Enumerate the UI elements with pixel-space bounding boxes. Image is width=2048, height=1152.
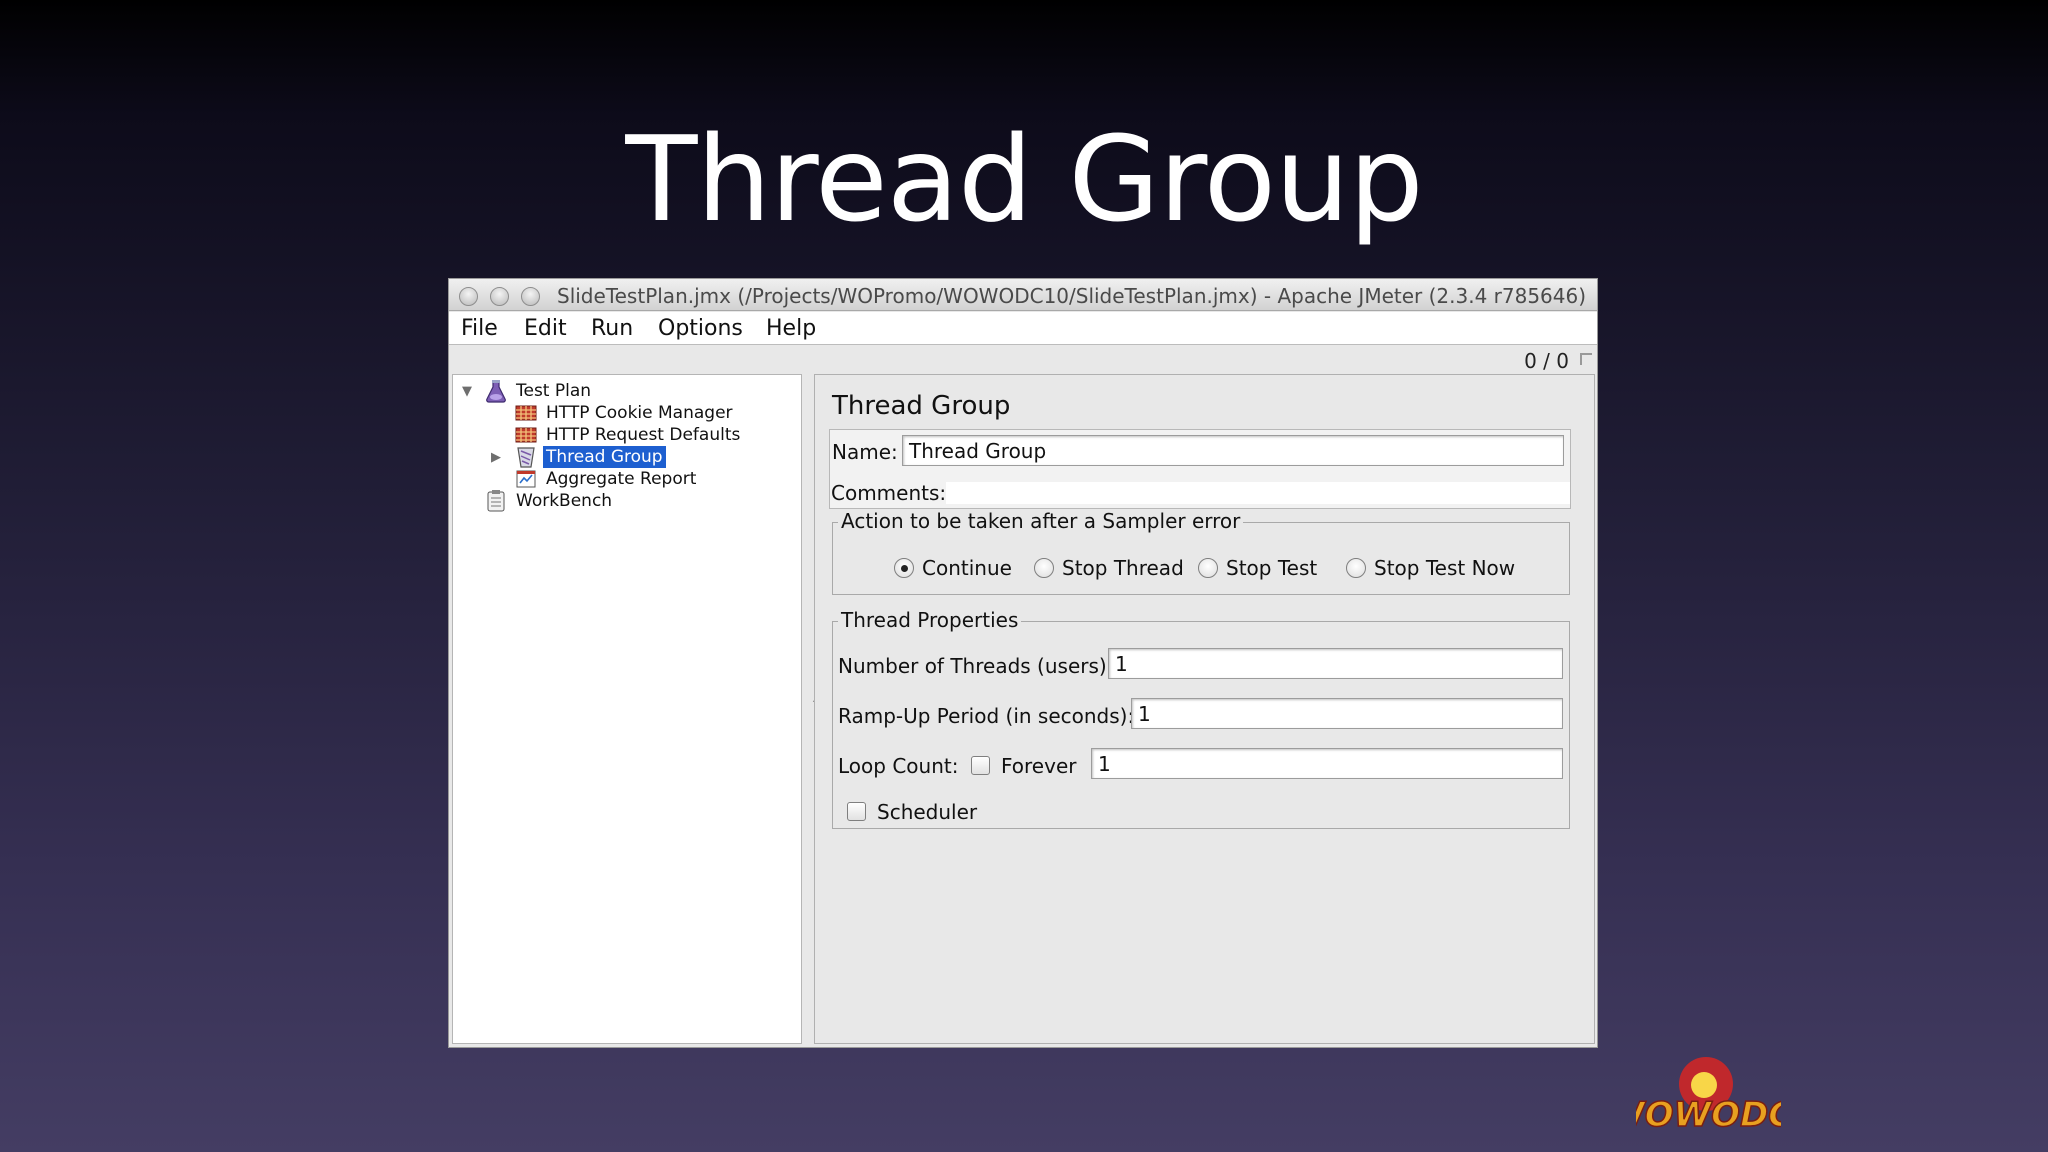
continue-radio[interactable] [894,558,914,578]
threads-label: Number of Threads (users): [838,654,1114,678]
collapsed-triangle-icon[interactable]: ▶ [491,450,501,465]
window-title: SlideTestPlan.jmx (/Projects/WOPromo/WOW… [557,284,1587,308]
loop-count-input[interactable]: 1 [1091,748,1563,779]
status-bar: 0 / 0 [449,346,1597,374]
tree-item-label: HTTP Cookie Manager [546,403,733,423]
continue-label: Continue [922,556,1012,580]
comments-label: Comments: [831,481,947,505]
sampler-error-group: Action to be taken after a Sampler error… [832,509,1570,595]
minimize-window-button[interactable] [490,287,509,306]
thread-properties-group: Thread Properties Number of Threads (use… [832,608,1570,829]
threads-input[interactable]: 1 [1108,648,1563,679]
window-titlebar[interactable]: SlideTestPlan.jmx (/Projects/WOPromo/WOW… [449,279,1597,311]
rampup-label: Ramp-Up Period (in seconds): [838,704,1135,728]
menu-help[interactable]: Help [766,316,816,341]
thread-properties-legend: Thread Properties [838,608,1022,632]
logo-text: WOWODC! [1636,1095,1781,1135]
close-window-button[interactable] [459,287,478,306]
jmeter-window: SlideTestPlan.jmx (/Projects/WOPromo/WOW… [448,278,1598,1048]
name-label: Name: [832,440,898,464]
sampler-error-legend: Action to be taken after a Sampler error [838,509,1244,533]
loop-count-label: Loop Count: [838,754,959,778]
stop-thread-radio[interactable] [1034,558,1054,578]
name-comments-section: Name: Thread Group Comments: [829,429,1571,509]
tree-item-label: WorkBench [516,491,613,511]
slide-title: Thread Group [625,110,1423,248]
tree-item-label: Test Plan [516,381,592,401]
menu-options[interactable]: Options [658,316,743,341]
clipboard-icon [483,488,509,514]
wowodc-logo: WOWODC! [1607,1050,1810,1140]
panel-title: Thread Group [832,391,1011,421]
scheduler-label: Scheduler [877,800,978,824]
zoom-window-button[interactable] [521,287,540,306]
thread-group-panel: Thread Group Name: Thread Group Comments… [814,374,1595,1044]
forever-checkbox[interactable] [971,756,990,775]
tree-item-label: HTTP Request Defaults [546,425,741,445]
tree-item-label: Thread Group [543,446,666,468]
expand-triangle-icon[interactable]: ▼ [462,384,472,399]
thread-count-status: 0 / 0 [1524,349,1569,373]
test-plan-tree: ▼ Test Plan HTTP Cookie Manager HTTP Req… [452,374,802,1044]
status-indicator-icon [1580,353,1592,365]
comments-input[interactable] [946,482,1570,504]
stop-test-now-label: Stop Test Now [1374,556,1516,580]
tree-item-label: Aggregate Report [546,469,697,489]
flask-icon [483,378,509,404]
menu-run[interactable]: Run [591,316,633,341]
menu-bar: File Edit Run Options Help [449,312,1597,345]
menu-file[interactable]: File [461,316,498,341]
menu-edit[interactable]: Edit [524,316,567,341]
name-input[interactable]: Thread Group [902,435,1564,466]
stop-test-label: Stop Test [1226,556,1318,580]
scheduler-checkbox[interactable] [847,802,866,821]
stop-test-radio[interactable] [1198,558,1218,578]
tree-item-workbench[interactable]: WorkBench [483,488,615,514]
rampup-input[interactable]: 1 [1131,698,1563,729]
stop-test-now-radio[interactable] [1346,558,1366,578]
forever-label: Forever [1001,754,1077,778]
stop-thread-label: Stop Thread [1062,556,1184,580]
